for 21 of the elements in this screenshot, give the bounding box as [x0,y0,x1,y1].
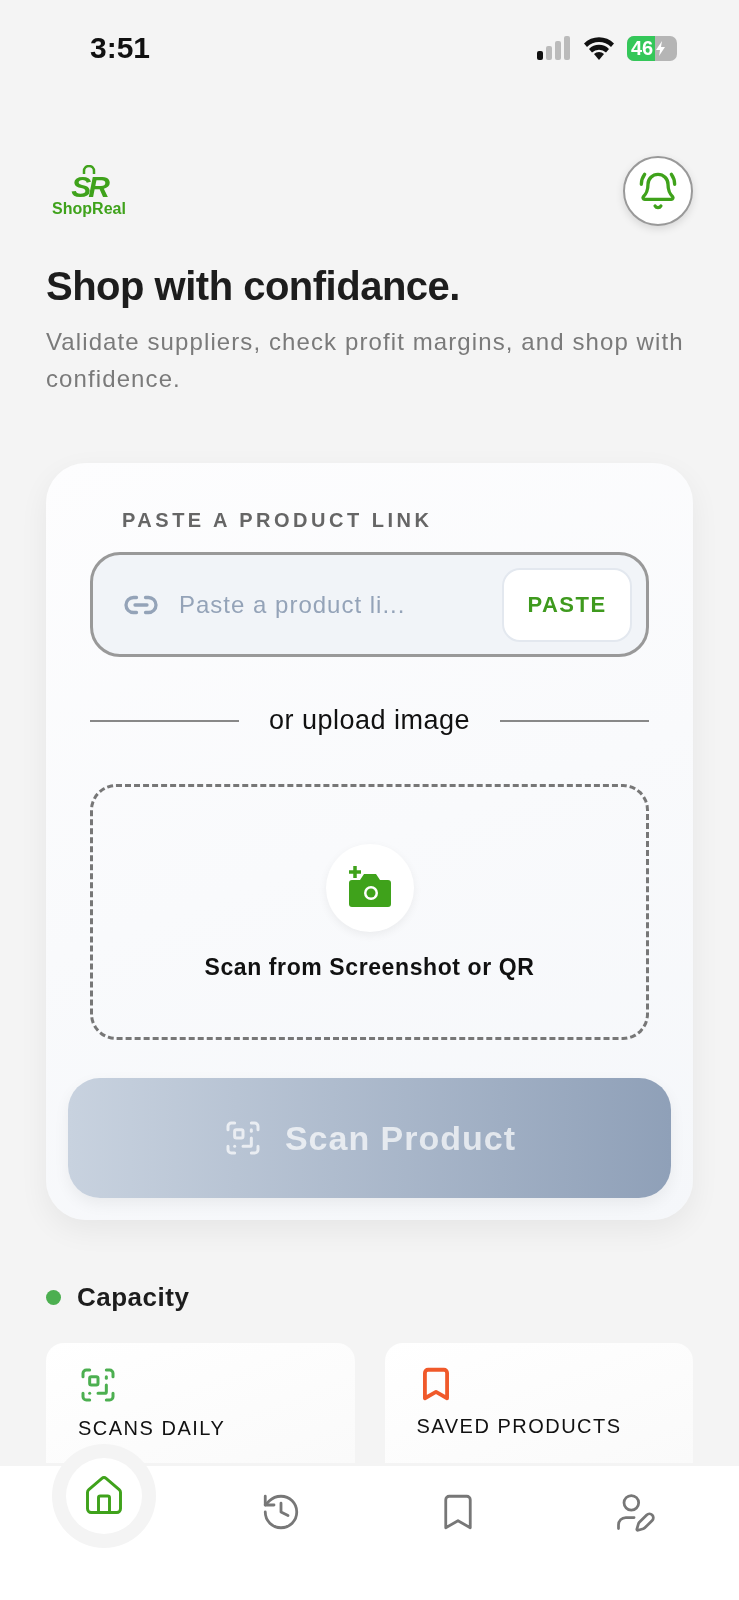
battery-indicator: 46 [627,35,677,61]
paste-button[interactable]: PASTE [502,567,632,642]
status-time: 3:51 [90,31,151,65]
status-dot [46,1290,61,1305]
hero-subtitle: Validate suppliers, check profit margins, and shop with confidence. [46,327,685,394]
section-title: Capacity [77,1282,190,1313]
bag-handle-icon [81,164,97,174]
logo-name: ShopReal [52,199,126,218]
wifi-icon [583,36,615,60]
notifications-button[interactable] [623,156,693,226]
link-input-field[interactable]: Paste a product li... PASTE [90,552,649,657]
signal-icon [537,36,571,60]
divider-text: or upload image [268,705,471,736]
stat-label: SAVED PRODUCTS [416,1415,623,1438]
stat-label: SCANS DAILY [78,1417,227,1440]
logo-mark: SR [71,173,107,200]
bell-icon [638,171,678,211]
hero-title: Shop with confidance. [46,264,461,309]
field-label: PASTE A PRODUCT LINK [122,509,434,532]
upload-label: Scan from Screenshot or QR [204,953,535,981]
upload-area[interactable]: Scan from Screenshot or QR [90,784,649,1040]
